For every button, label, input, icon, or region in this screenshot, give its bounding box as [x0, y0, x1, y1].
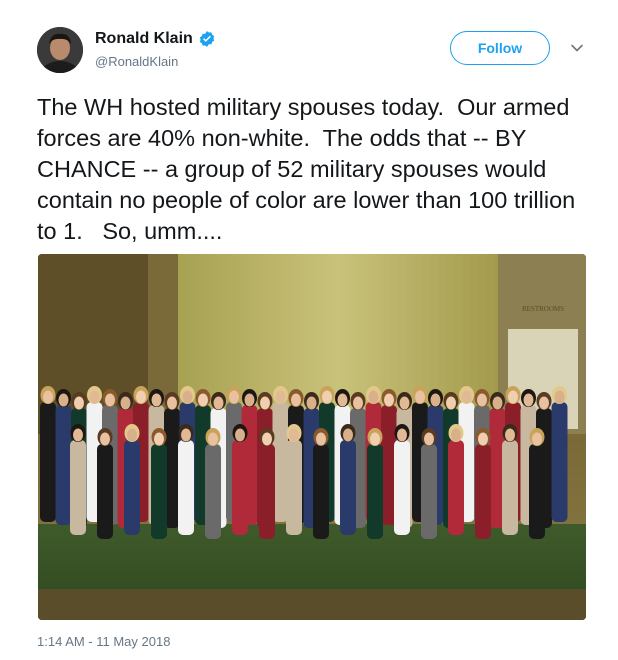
tweet-text: The WH hosted military spouses today. Ou… — [37, 94, 582, 244]
author-name-text: Ronald Klain — [95, 30, 193, 47]
restrooms-sign: RESTROOMS — [522, 305, 564, 313]
follow-button[interactable]: Follow — [450, 31, 550, 65]
avatar-image — [37, 27, 83, 73]
chevron-down-icon[interactable] — [570, 41, 584, 55]
tweet-timestamp[interactable]: 1:14 AM - 11 May 2018 — [37, 634, 170, 649]
verified-badge-icon — [199, 31, 214, 47]
author-name[interactable]: Ronald Klain — [95, 30, 216, 48]
author-handle[interactable]: @RonaldKlain — [95, 54, 178, 69]
group-photo-image: RESTROOMS — [38, 254, 586, 620]
tweet-photo[interactable]: RESTROOMS — [38, 254, 586, 620]
avatar[interactable] — [37, 27, 83, 73]
